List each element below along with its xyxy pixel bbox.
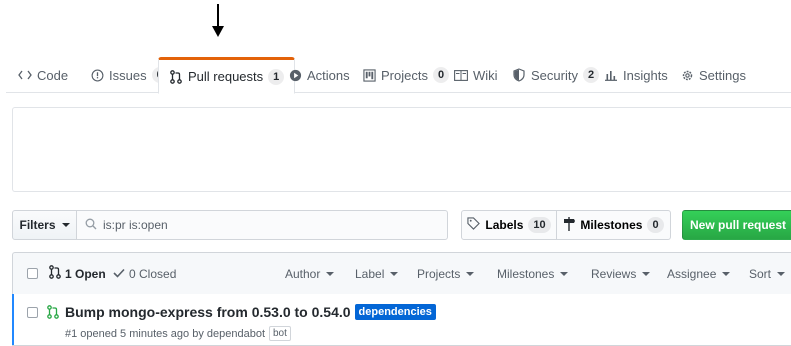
chevron-down-icon [777,271,786,276]
author-filter-label: Author [285,266,321,281]
tab-insights[interactable]: Insights [594,57,678,93]
label-filter[interactable]: Label [355,253,399,294]
open-count-label: 1 Open [65,266,106,281]
repo-tabnav: Code Issues 0 Pull requests 1 Actions Pr… [6,57,791,94]
tab-wiki[interactable]: Wiki [444,57,508,93]
chevron-down-icon [560,271,569,276]
tab-label: Wiki [473,67,498,83]
closed-filter-link[interactable]: 0 Closed [113,253,176,294]
row-checkbox[interactable] [27,307,38,318]
tab-label: Security [531,67,578,83]
reviews-filter-label: Reviews [591,266,637,281]
book-icon [454,68,468,82]
milestones-label: Milestones [580,218,643,232]
tab-label: Insights [623,67,668,83]
git-pull-request-icon [169,69,183,84]
check-icon [113,267,125,281]
chevron-down-icon [642,271,651,276]
milestones-filter-label: Milestones [497,266,555,281]
blank-content-box [12,107,791,192]
chevron-down-icon [722,271,731,276]
tab-label: Projects [381,67,428,83]
tab-label: Actions [307,67,350,83]
play-icon [288,68,302,82]
tab-label: Issues [109,67,147,83]
list-item: Bump mongo-express from 0.53.0 to 0.54.0… [12,294,791,346]
milestone-icon [563,216,576,234]
select-all-checkbox[interactable] [27,253,38,294]
sort-filter-label: Sort [749,266,772,281]
labels-label: Labels [485,218,524,232]
pull-request-title-link[interactable]: Bump mongo-express from 0.53.0 to 0.54.0 [65,304,351,320]
labels-counter: 10 [528,217,551,233]
chevron-down-icon [61,223,70,227]
gear-icon [680,68,694,82]
assignee-filter[interactable]: Assignee [667,253,731,294]
bot-badge: bot [269,326,291,341]
new-pull-request-button[interactable]: New pull request [682,210,791,240]
tab-settings[interactable]: Settings [670,57,756,93]
issue-icon [90,68,104,82]
milestones-filter[interactable]: Milestones [497,253,569,294]
shield-icon [512,68,526,82]
filters-label: Filters [19,218,56,232]
search-field[interactable] [76,210,448,240]
search-input[interactable] [103,218,423,232]
tab-label: Settings [699,67,746,83]
chevron-down-icon [390,271,399,276]
git-pull-request-icon [49,265,61,282]
projects-filter-label: Projects [417,266,461,281]
tag-icon [467,217,481,233]
tab-code[interactable]: Code [8,57,78,93]
tab-pull-requests[interactable]: Pull requests 1 [158,57,296,94]
tab-label: Pull requests [188,69,264,84]
author-filter[interactable]: Author [285,253,335,294]
annotation-arrow-icon [212,4,224,37]
row-selection-accent [12,294,14,345]
milestones-counter: 0 [647,217,664,233]
pr-list-header: 1 Open 0 Closed Author Label Projects Mi… [12,252,791,295]
reviews-filter[interactable]: Reviews [591,253,651,294]
filters-button[interactable]: Filters [12,210,77,240]
project-icon [362,68,376,82]
sort-filter[interactable]: Sort [749,253,786,294]
open-filter-link[interactable]: 1 Open [49,253,106,294]
milestones-button[interactable]: Milestones 0 [556,210,671,240]
chevron-down-icon [326,271,335,276]
code-icon [18,68,32,82]
projects-filter[interactable]: Projects [417,253,475,294]
open-pull-request-icon [47,305,59,322]
label-filter-label: Label [355,266,385,281]
pull-request-meta: #1 opened 5 minutes ago by dependabot [65,327,265,340]
closed-count-label: 0 Closed [129,266,177,281]
checkbox[interactable] [27,268,38,279]
chevron-down-icon [466,271,475,276]
labels-button[interactable]: Labels 10 [461,210,557,240]
search-icon [85,218,97,233]
assignee-filter-label: Assignee [667,266,717,281]
tab-label: Code [37,67,69,83]
graph-icon [604,68,618,82]
dependencies-label[interactable]: dependencies [354,304,436,320]
tab-actions[interactable]: Actions [278,57,360,93]
